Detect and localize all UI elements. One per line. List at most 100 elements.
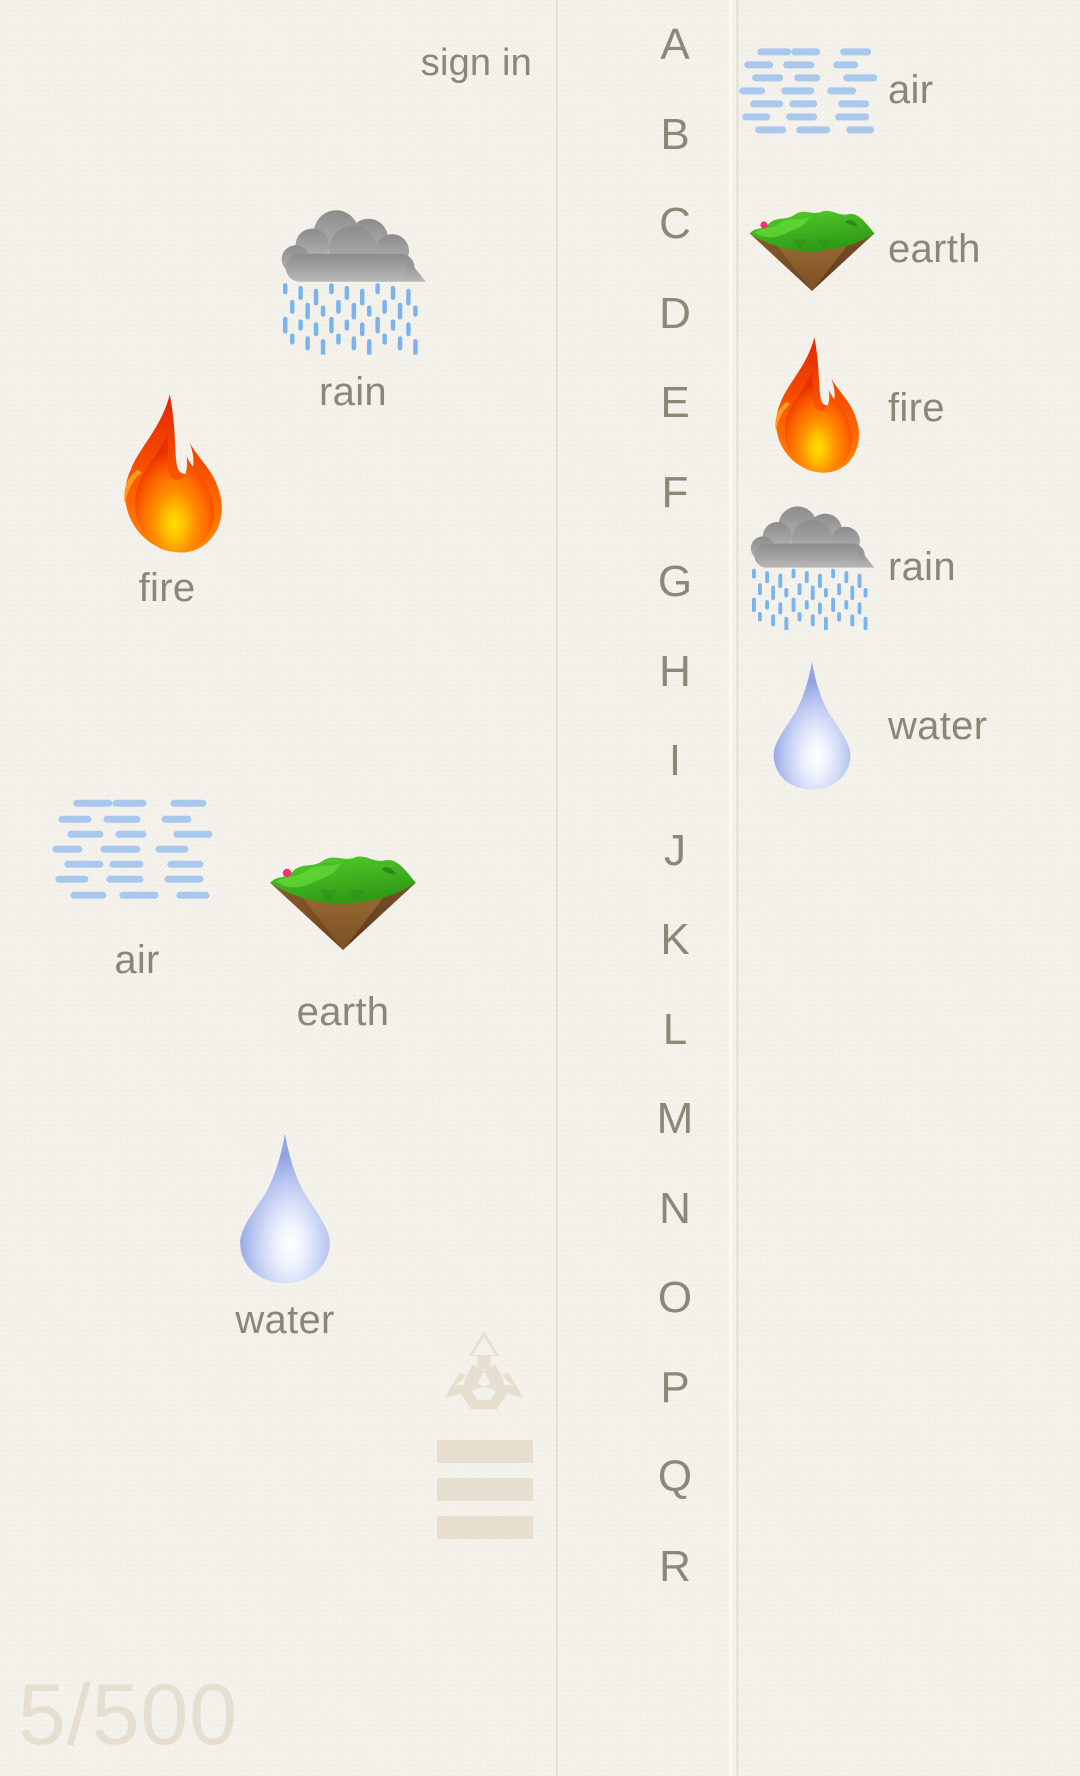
alphabet-letter-m[interactable]: M xyxy=(556,1074,732,1164)
air-dash xyxy=(112,800,147,808)
air-dash xyxy=(786,113,818,121)
fire-icon xyxy=(752,335,872,481)
workspace-element-water[interactable]: water xyxy=(180,1124,390,1343)
alphabet-letter-h[interactable]: H xyxy=(556,627,732,717)
air-dash xyxy=(752,74,784,82)
rain-drop xyxy=(336,299,341,314)
rain-drop xyxy=(778,602,783,615)
rain-drop xyxy=(390,319,396,331)
air-dash xyxy=(164,876,204,884)
rain-drop xyxy=(359,288,365,306)
rain-drop xyxy=(298,319,303,331)
app-root: sign in rain fire air earth water 5/500 xyxy=(0,0,1080,1776)
library-item-earth[interactable]: earth xyxy=(736,169,1080,329)
alphabet-letter-d[interactable]: D xyxy=(556,269,732,359)
alphabet-letter-p[interactable]: P xyxy=(556,1343,732,1433)
earth-icon xyxy=(265,846,422,955)
air-dash xyxy=(70,891,107,899)
library-item-label: air xyxy=(888,67,934,112)
water-icon-slot xyxy=(736,651,888,801)
air-dash xyxy=(106,876,144,884)
air-dash xyxy=(73,800,113,808)
rain-drop xyxy=(771,614,776,627)
alphabet-letter-a[interactable]: A xyxy=(556,0,732,90)
alphabet-letter-c[interactable]: C xyxy=(556,179,732,269)
air-dash xyxy=(103,815,140,823)
earth-icon-slot xyxy=(736,174,888,324)
air-dash xyxy=(100,845,140,853)
rain-drop xyxy=(359,322,365,337)
rain-drop xyxy=(313,322,319,337)
air-dash xyxy=(109,860,144,868)
fire-icon-slot xyxy=(736,333,888,483)
workspace-element-label: rain xyxy=(319,370,387,414)
air-dash xyxy=(793,74,820,82)
alphabet-letter-e[interactable]: E xyxy=(556,358,732,448)
air-dash xyxy=(744,61,774,69)
workspace-canvas[interactable]: sign in rain fire air earth water 5/500 xyxy=(0,0,620,1776)
rain-drop xyxy=(366,305,372,317)
rain-drop xyxy=(771,585,776,600)
air-dash xyxy=(755,126,787,134)
elements-library-panel[interactable]: air earth fire rain water xyxy=(736,0,1080,1776)
recycle-icon[interactable] xyxy=(437,1327,531,1413)
sign-in-link[interactable]: sign in xyxy=(421,42,532,85)
menu-bar-1 xyxy=(437,1440,533,1463)
workspace-element-label: earth xyxy=(296,990,390,1034)
alphabet-letter-q[interactable]: Q xyxy=(556,1432,732,1522)
library-item-air[interactable]: air xyxy=(736,10,1080,170)
rain-drop xyxy=(758,611,762,622)
library-item-rain[interactable]: rain xyxy=(736,487,1080,647)
fire-icon xyxy=(97,392,237,563)
alphabet-letter-g[interactable]: G xyxy=(556,537,732,627)
menu-bar-3 xyxy=(437,1516,533,1539)
rain-drop xyxy=(857,573,862,588)
rain-drop xyxy=(382,333,387,345)
library-item-water[interactable]: water xyxy=(736,646,1080,806)
air-dash xyxy=(155,845,189,853)
air-icon xyxy=(52,796,213,902)
rain-drop xyxy=(765,571,770,584)
rain-drop xyxy=(336,333,341,345)
alphabet-letter-n[interactable]: N xyxy=(556,1164,732,1254)
workspace-element-fire[interactable]: fire xyxy=(62,392,272,611)
air-dash xyxy=(170,800,207,808)
rain-drop xyxy=(344,285,350,300)
rain-icon xyxy=(745,504,879,632)
rain-drop xyxy=(863,587,868,598)
rain-drop xyxy=(305,302,310,320)
workspace-element-air[interactable]: air xyxy=(32,764,242,983)
air-dash xyxy=(749,100,784,108)
library-item-label: fire xyxy=(888,385,945,430)
air-dash xyxy=(52,845,83,853)
alphabet-letter-f[interactable]: F xyxy=(556,448,732,538)
rain-drop xyxy=(823,616,828,632)
air-dash xyxy=(67,830,104,838)
alphabet-letter-k[interactable]: K xyxy=(556,895,732,985)
element-counter: 5/500 xyxy=(18,1667,239,1763)
air-dash xyxy=(58,815,92,823)
rain-drop xyxy=(382,299,387,314)
alphabet-letter-l[interactable]: L xyxy=(556,985,732,1075)
air-dash xyxy=(837,100,869,108)
workspace-element-earth[interactable]: earth xyxy=(238,816,448,1035)
alphabet-letter-b[interactable]: B xyxy=(556,90,732,180)
rain-drop xyxy=(778,573,783,588)
rain-drop xyxy=(305,336,310,351)
alphabet-letter-r[interactable]: R xyxy=(556,1522,732,1612)
rain-drop xyxy=(344,319,350,331)
hamburger-menu-icon[interactable] xyxy=(437,1440,533,1540)
rain-drop xyxy=(390,285,396,300)
alphabet-letter-i[interactable]: I xyxy=(556,716,732,806)
workspace-element-rain[interactable]: rain xyxy=(248,196,458,415)
air-dash xyxy=(64,860,104,868)
alphabet-letter-o[interactable]: O xyxy=(556,1253,732,1343)
air-dash xyxy=(167,860,204,868)
rain-drop xyxy=(810,585,815,600)
alphabet-scroll-rail[interactable]: ABCDEFGHIJKLMNOPQR xyxy=(556,0,732,1776)
alphabet-letter-j[interactable]: J xyxy=(556,806,732,896)
water-icon-slot xyxy=(180,1124,390,1294)
library-item-fire[interactable]: fire xyxy=(736,328,1080,488)
air-dash xyxy=(796,126,831,134)
air-dash xyxy=(827,87,857,95)
